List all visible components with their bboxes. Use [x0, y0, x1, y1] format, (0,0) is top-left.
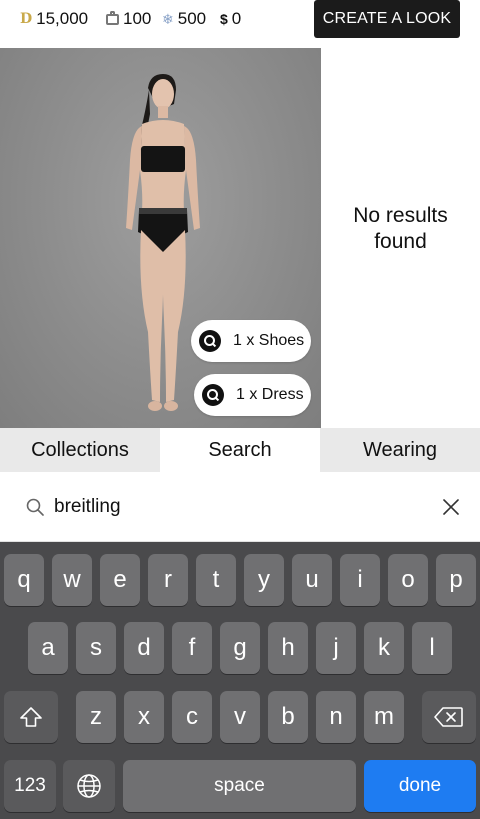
diamond-currency-value: 15,000: [36, 9, 89, 28]
key-j[interactable]: j: [316, 622, 356, 674]
key-o[interactable]: o: [388, 554, 428, 606]
model-preview[interactable]: 1 x Shoes 1 x Dress: [0, 48, 321, 428]
gem-currency: ❄ 500: [162, 0, 206, 38]
gem-currency-icon: ❄: [162, 11, 174, 27]
key-p[interactable]: p: [436, 554, 476, 606]
tab-search[interactable]: Search: [160, 428, 320, 472]
diamond-currency: D 15,000: [20, 0, 88, 38]
key-s[interactable]: s: [76, 622, 116, 674]
box-currency-icon: [106, 10, 119, 25]
key-c[interactable]: c: [172, 691, 212, 743]
key-y[interactable]: y: [244, 554, 284, 606]
key-r[interactable]: r: [148, 554, 188, 606]
key-v[interactable]: v: [220, 691, 260, 743]
search-input[interactable]: [54, 492, 424, 522]
tab-collections[interactable]: Collections: [0, 428, 160, 472]
create-look-button[interactable]: CREATE A LOOK: [314, 0, 460, 38]
worn-item-label: 1 x Shoes: [233, 332, 305, 349]
dollar-currency: $ 0: [220, 0, 241, 38]
backspace-icon: [434, 707, 463, 727]
key-q[interactable]: q: [4, 554, 44, 606]
key-k[interactable]: k: [364, 622, 404, 674]
worn-item-dress-chip[interactable]: 1 x Dress: [194, 374, 311, 416]
done-key[interactable]: done: [364, 760, 476, 812]
dollar-currency-icon: $: [220, 11, 228, 27]
key-t[interactable]: t: [196, 554, 236, 606]
key-x[interactable]: x: [124, 691, 164, 743]
search-icon: [202, 384, 224, 406]
globe-key[interactable]: [63, 760, 115, 812]
key-w[interactable]: w: [52, 554, 92, 606]
model-figure: [126, 74, 200, 411]
numbers-key[interactable]: 123: [4, 760, 56, 812]
search-bar: [0, 472, 480, 542]
shift-icon: [20, 707, 42, 727]
key-g[interactable]: g: [220, 622, 260, 674]
key-a[interactable]: a: [28, 622, 68, 674]
key-e[interactable]: e: [100, 554, 140, 606]
keyboard: q w e r t y u i o p a s d f g h j k l z …: [0, 542, 480, 819]
key-b[interactable]: b: [268, 691, 308, 743]
tab-wearing[interactable]: Wearing: [320, 428, 480, 472]
search-icon: [199, 330, 221, 352]
key-n[interactable]: n: [316, 691, 356, 743]
clear-search-icon[interactable]: [441, 497, 461, 517]
worn-item-label: 1 x Dress: [236, 386, 304, 403]
box-currency-value: 100: [123, 9, 152, 28]
box-currency: 100: [106, 0, 151, 38]
gem-currency-value: 500: [177, 9, 207, 28]
results-panel: No results found: [321, 48, 480, 428]
search-icon: [26, 498, 44, 516]
no-results-text: No results found: [353, 204, 448, 253]
space-key[interactable]: space: [123, 760, 356, 812]
worn-item-shoes-chip[interactable]: 1 x Shoes: [191, 320, 311, 362]
key-i[interactable]: i: [340, 554, 380, 606]
shift-key[interactable]: [4, 691, 58, 743]
top-bar: D 15,000 100 ❄ 500 $ 0 CREATE A LOOK: [0, 0, 480, 48]
backspace-key[interactable]: [422, 691, 476, 743]
key-m[interactable]: m: [364, 691, 404, 743]
key-u[interactable]: u: [292, 554, 332, 606]
key-l[interactable]: l: [412, 622, 452, 674]
dollar-currency-value: 0: [231, 9, 242, 28]
tab-bar: Collections Search Wearing: [0, 428, 480, 472]
diamond-currency-icon: D: [20, 11, 33, 27]
key-d[interactable]: d: [124, 622, 164, 674]
key-f[interactable]: f: [172, 622, 212, 674]
key-z[interactable]: z: [76, 691, 116, 743]
key-h[interactable]: h: [268, 622, 308, 674]
globe-icon: [77, 774, 101, 798]
